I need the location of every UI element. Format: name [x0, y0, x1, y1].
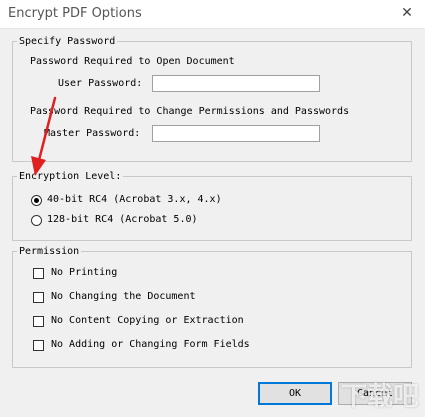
watermark-logo-icon: 下载吧 — [340, 382, 419, 412]
annotation-arrow-icon — [31, 96, 57, 176]
